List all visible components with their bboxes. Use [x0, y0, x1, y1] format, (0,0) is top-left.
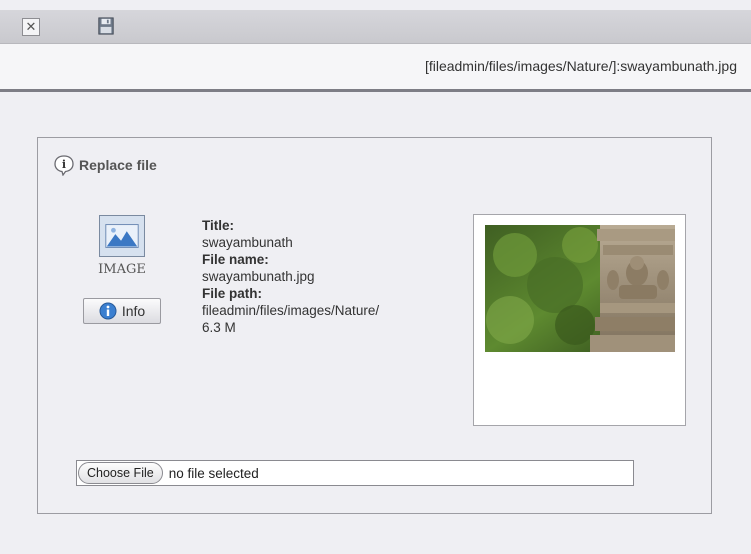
- file-name-value: swayambunath.jpg: [202, 269, 315, 284]
- file-path-value: fileadmin/files/images/Nature/: [202, 303, 380, 318]
- file-path-label: File path:: [202, 286, 262, 301]
- title-label: Title:: [202, 218, 235, 233]
- toolbar: ✕: [0, 10, 751, 44]
- info-bubble-icon: i: [54, 155, 74, 176]
- file-metadata: Title: swayambunath File name: swayambun…: [202, 217, 482, 336]
- thumbnail-frame: [473, 214, 686, 426]
- svg-text:i: i: [62, 158, 66, 171]
- title-value: swayambunath: [202, 235, 293, 250]
- panel-title: i Replace file: [53, 154, 157, 176]
- file-name-label: File name:: [202, 252, 269, 267]
- file-type-label: IMAGE: [98, 262, 146, 277]
- file-status-text: no file selected: [168, 465, 259, 481]
- path-bar: [fileadmin/files/images/Nature/]:swayamb…: [0, 44, 751, 92]
- choose-file-button[interactable]: Choose File: [78, 462, 163, 484]
- panel-title-text: Replace file: [79, 157, 157, 173]
- close-icon[interactable]: ✕: [22, 18, 40, 36]
- file-size: 6.3 M: [202, 320, 236, 335]
- save-icon[interactable]: [97, 17, 115, 35]
- file-path-heading: [fileadmin/files/images/Nature/]:swayamb…: [424, 58, 737, 74]
- info-icon: [99, 302, 117, 320]
- replace-file-panel: i Replace file IMAGE Info Title: swayamb…: [37, 137, 712, 514]
- image-thumbnail: [485, 225, 675, 352]
- file-upload-field[interactable]: Choose File no file selected: [76, 460, 634, 486]
- image-file-icon: [99, 215, 145, 257]
- info-button[interactable]: Info: [83, 298, 161, 324]
- info-button-label: Info: [121, 303, 146, 319]
